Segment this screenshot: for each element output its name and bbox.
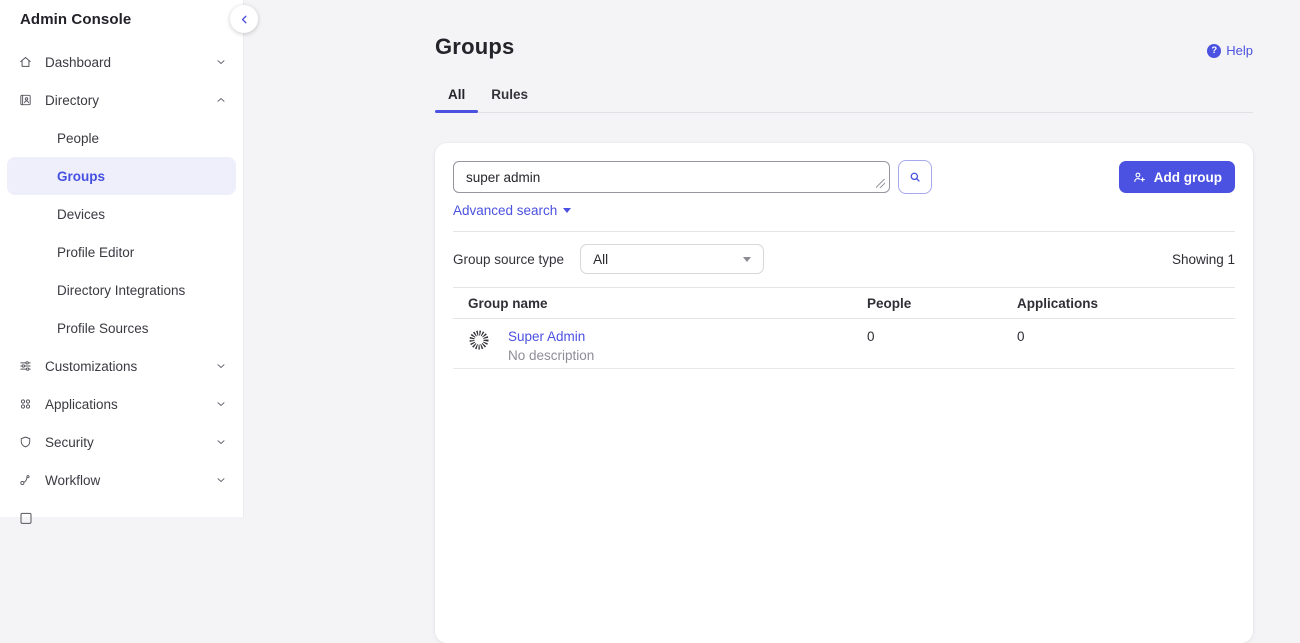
select-value: All	[593, 252, 608, 267]
app-title: Admin Console	[0, 0, 243, 28]
shield-icon	[18, 434, 33, 450]
sidebar-item-applications[interactable]: Applications	[0, 385, 243, 423]
sidebar-item-label: Dashboard	[45, 55, 111, 70]
workflow-icon	[18, 472, 33, 488]
sliders-icon	[18, 358, 33, 374]
sidebar-item-label: Workflow	[45, 473, 100, 488]
add-group-label: Add group	[1154, 170, 1222, 185]
advanced-search-label: Advanced search	[453, 203, 557, 218]
sidebar-item-label: Directory	[45, 93, 99, 108]
sidebar-item-label: Security	[45, 435, 94, 450]
sidebar-item-profile-sources[interactable]: Profile Sources	[0, 309, 243, 347]
column-people: People	[867, 296, 1017, 311]
filter-row: Group source type All Showing 1	[453, 244, 1235, 274]
sidebar-item-partial[interactable]	[0, 499, 243, 537]
search-button[interactable]	[898, 160, 932, 194]
add-group-button[interactable]: Add group	[1119, 161, 1235, 193]
group-name-link[interactable]: Super Admin	[508, 329, 594, 345]
people-count: 0	[867, 329, 1017, 345]
sidebar-item-label: Profile Editor	[57, 245, 134, 260]
id-badge-icon	[18, 92, 33, 108]
column-group-name: Group name	[453, 296, 867, 311]
chevron-down-icon	[215, 360, 227, 372]
question-mark-icon: ?	[1207, 44, 1221, 58]
tab-bar: All Rules	[435, 87, 1253, 113]
applications-count: 0	[1017, 329, 1235, 345]
tab-label: Rules	[491, 87, 528, 102]
help-link[interactable]: ? Help	[1207, 43, 1253, 60]
sidebar-item-label: Groups	[57, 169, 105, 184]
help-label: Help	[1226, 43, 1253, 58]
sidebar-item-label: Customizations	[45, 359, 137, 374]
table-row: Super Admin No description 0 0	[453, 319, 1235, 368]
sidebar-nav: Dashboard Directory People Groups Device…	[0, 43, 243, 537]
sidebar-item-profile-editor[interactable]: Profile Editor	[0, 233, 243, 271]
sidebar-item-dashboard[interactable]: Dashboard	[0, 43, 243, 81]
home-icon	[18, 54, 33, 70]
group-description: No description	[508, 348, 594, 364]
search-row: super admin Add group	[453, 160, 1235, 194]
person-plus-icon	[1132, 170, 1147, 185]
magnifier-icon	[907, 169, 923, 185]
page-title: Groups	[435, 34, 514, 60]
main-content: Groups ? Help All Rules super admin	[244, 0, 1300, 517]
group-spokes-icon	[468, 329, 490, 364]
page-header: Groups ? Help	[435, 0, 1253, 60]
sidebar-item-label: Applications	[45, 397, 118, 412]
tab-label: All	[448, 87, 465, 102]
sidebar-item-people[interactable]: People	[0, 119, 243, 157]
chevron-down-icon	[215, 474, 227, 486]
sidebar-item-directory-integrations[interactable]: Directory Integrations	[0, 271, 243, 309]
chevron-left-icon	[238, 13, 251, 26]
sidebar-item-groups[interactable]: Groups	[7, 157, 236, 195]
group-name-cell: Super Admin No description	[453, 329, 867, 364]
tab-rules[interactable]: Rules	[478, 87, 541, 112]
sidebar-item-label: Devices	[57, 207, 105, 222]
chevron-down-icon	[215, 436, 227, 448]
divider	[453, 368, 1235, 369]
reports-icon	[18, 510, 34, 526]
sidebar: Admin Console Dashboard Directory People…	[0, 0, 244, 517]
sidebar-item-label: Profile Sources	[57, 321, 149, 336]
sidebar-item-customizations[interactable]: Customizations	[0, 347, 243, 385]
caret-down-icon	[743, 257, 751, 262]
advanced-search-link[interactable]: Advanced search	[453, 203, 571, 218]
tab-all[interactable]: All	[435, 87, 478, 112]
groups-card: super admin Add group Advanced search	[435, 143, 1253, 643]
sidebar-item-devices[interactable]: Devices	[0, 195, 243, 233]
sidebar-item-workflow[interactable]: Workflow	[0, 461, 243, 499]
app-grid-icon	[18, 396, 33, 412]
sidebar-item-label: Directory Integrations	[57, 283, 185, 298]
sidebar-collapse-button[interactable]	[230, 5, 258, 33]
chevron-down-icon	[215, 398, 227, 410]
chevron-up-icon	[215, 94, 227, 106]
sidebar-item-label: People	[57, 131, 99, 146]
divider	[453, 231, 1235, 232]
chevron-down-icon	[215, 56, 227, 68]
sidebar-item-directory[interactable]: Directory	[0, 81, 243, 119]
group-source-type-label: Group source type	[453, 252, 564, 267]
column-applications: Applications	[1017, 296, 1235, 311]
showing-count: Showing 1	[1172, 252, 1235, 267]
group-source-type-select[interactable]: All	[580, 244, 764, 274]
search-input[interactable]: super admin	[453, 161, 890, 193]
search-box: super admin	[453, 161, 890, 193]
sidebar-item-security[interactable]: Security	[0, 423, 243, 461]
table-header: Group name People Applications	[453, 288, 1235, 318]
caret-down-icon	[563, 208, 571, 213]
